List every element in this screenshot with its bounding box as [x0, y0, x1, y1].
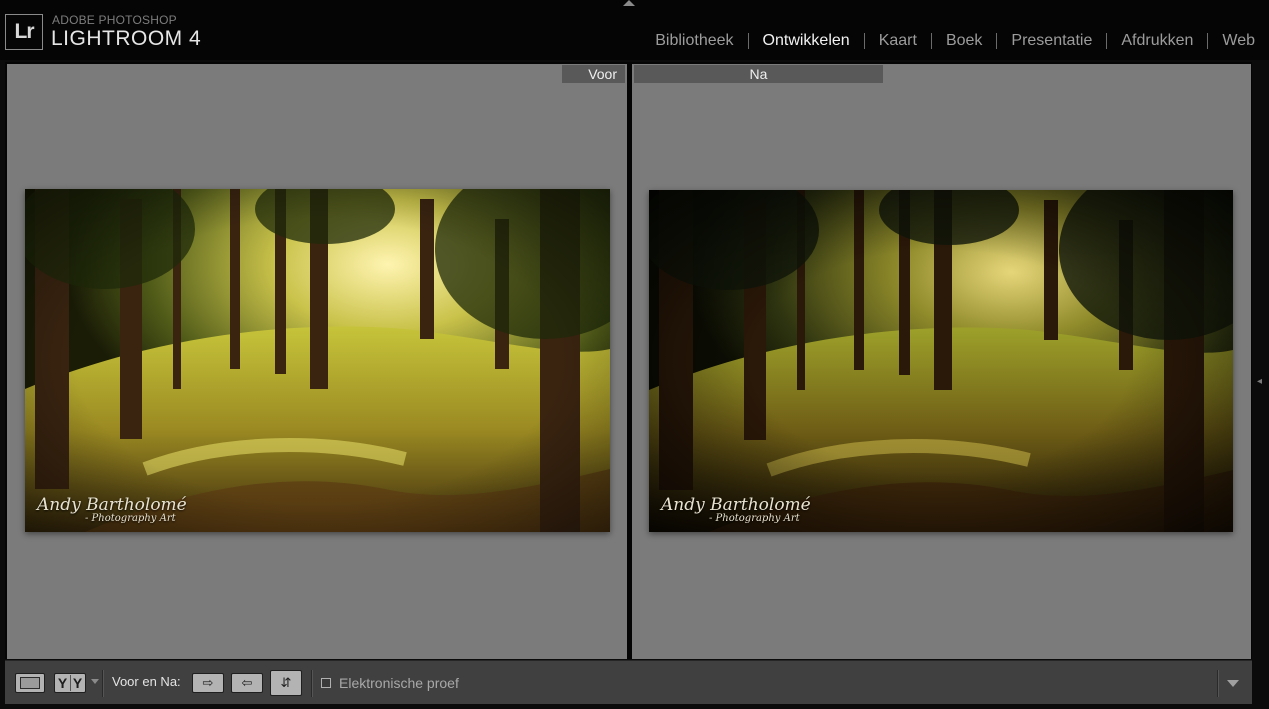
module-web[interactable]: Web: [1208, 32, 1255, 50]
arrow-right-icon: ⇨: [202, 675, 214, 690]
soft-proof-label[interactable]: Elektronische proef: [339, 675, 459, 691]
swap-before-after-button[interactable]: ⇵: [270, 670, 302, 696]
brand-subtitle: ADOBE PHOTOSHOP: [52, 13, 177, 27]
watermark-name: Andy Bartholomé: [37, 495, 187, 515]
module-boek[interactable]: Boek: [932, 32, 996, 50]
before-photo[interactable]: Andy Bartholomé - Photography Art: [25, 189, 610, 532]
before-y-icon: Y: [57, 675, 68, 691]
module-ontwikkelen[interactable]: Ontwikkelen: [749, 32, 864, 50]
forest-photo-after: [649, 190, 1233, 532]
arrow-left-icon: ⇦: [241, 675, 253, 690]
before-label: Voor: [562, 65, 625, 83]
right-panel-toggle-icon[interactable]: ◂: [1257, 376, 1262, 387]
watermark: Andy Bartholomé - Photography Art: [661, 495, 811, 524]
swap-icon: ⇵: [280, 675, 292, 690]
before-after-label: Voor en Na:: [112, 674, 181, 689]
view-mode-dropdown-icon[interactable]: [91, 679, 99, 684]
after-pane[interactable]: Na Andy Bartholomé - Photography Art: [632, 64, 1251, 659]
module-kaart[interactable]: Kaart: [865, 32, 931, 50]
before-after-view: Voor Andy Bartholomé - Photography Art N…: [5, 62, 1252, 659]
toolbar-separator: [1217, 670, 1219, 697]
forest-photo-before: [25, 189, 610, 532]
after-y-icon: Y: [69, 675, 85, 691]
toolbar-separator: [102, 670, 104, 697]
module-afdrukken[interactable]: Afdrukken: [1107, 32, 1207, 50]
toolbar: YY Voor en Na: ⇨ ⇦ ⇵ Elektronische proef: [5, 660, 1252, 704]
after-label: Na: [634, 65, 883, 83]
module-presentatie[interactable]: Presentatie: [997, 32, 1106, 50]
panel-toggle-top-icon[interactable]: [623, 0, 635, 6]
watermark: Andy Bartholomé - Photography Art: [37, 495, 187, 524]
loupe-view-button[interactable]: [15, 673, 45, 693]
brand-title: LIGHTROOM 4: [51, 27, 202, 50]
copy-before-to-after-button[interactable]: ⇨: [192, 673, 224, 693]
toolbar-separator: [311, 670, 313, 697]
soft-proof-checkbox[interactable]: [321, 678, 331, 688]
watermark-name: Andy Bartholomé: [661, 495, 811, 515]
module-picker: Bibliotheek Ontwikkelen Kaart Boek Prese…: [641, 32, 1255, 50]
module-bibliotheek[interactable]: Bibliotheek: [641, 32, 747, 50]
toolbar-options-dropdown-icon[interactable]: [1227, 680, 1239, 687]
loupe-icon: [20, 677, 40, 689]
after-photo[interactable]: Andy Bartholomé - Photography Art: [649, 190, 1233, 532]
lightroom-logo: Lr: [5, 14, 43, 50]
before-pane[interactable]: Voor Andy Bartholomé - Photography Art: [7, 64, 627, 659]
before-after-view-button[interactable]: YY: [54, 673, 86, 693]
copy-after-to-before-button[interactable]: ⇦: [231, 673, 263, 693]
module-header: Lr ADOBE PHOTOSHOP LIGHTROOM 4 Bibliothe…: [0, 0, 1269, 60]
